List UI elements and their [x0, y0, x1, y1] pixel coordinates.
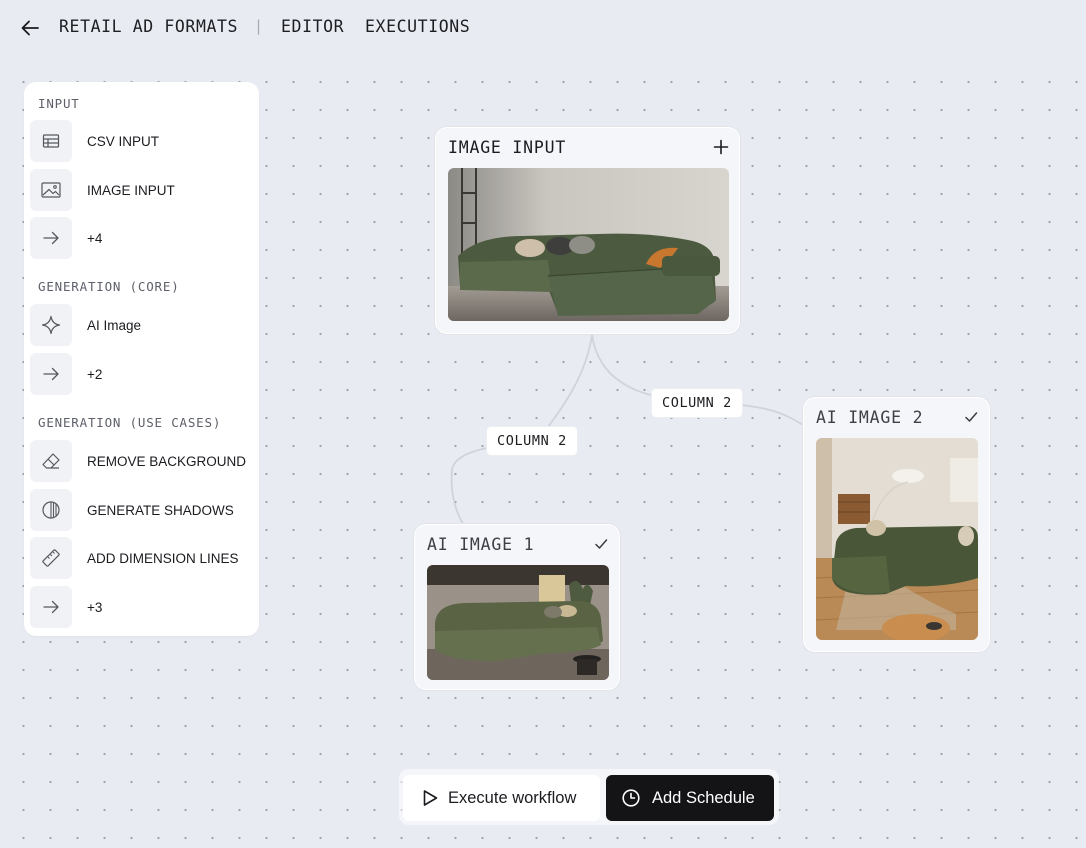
sofa-photo: [816, 438, 978, 640]
execute-workflow-label: Execute workflow: [448, 788, 577, 807]
input-image-preview: [448, 168, 729, 321]
sofa-photo: [448, 168, 729, 321]
add-schedule-button[interactable]: Add Schedule: [606, 775, 774, 821]
sofa-photo: [427, 565, 609, 680]
edge-label-column-2[interactable]: COLUMN 2: [652, 389, 742, 417]
node-ai-image-2[interactable]: AI IMAGE 2: [803, 397, 990, 652]
node-title: AI IMAGE 2: [816, 408, 924, 427]
ai-image-1-preview: [427, 565, 609, 680]
play-icon: [423, 790, 438, 806]
execute-workflow-button[interactable]: Execute workflow: [403, 775, 600, 821]
node-ai-image-1[interactable]: AI IMAGE 1: [414, 524, 620, 690]
node-image-input[interactable]: IMAGE INPUT: [435, 127, 740, 334]
add-schedule-label: Add Schedule: [652, 788, 755, 807]
edge-label-column-2[interactable]: COLUMN 2: [487, 427, 577, 455]
status-complete: [963, 409, 979, 425]
node-title: AI IMAGE 1: [427, 535, 535, 554]
plus-icon: [713, 139, 729, 155]
status-complete: [593, 536, 609, 552]
add-button[interactable]: [712, 138, 730, 156]
clock-icon: [622, 789, 640, 807]
ai-image-2-preview: [816, 438, 978, 640]
check-icon: [595, 539, 608, 549]
node-title: IMAGE INPUT: [448, 138, 567, 157]
check-icon: [965, 412, 978, 422]
